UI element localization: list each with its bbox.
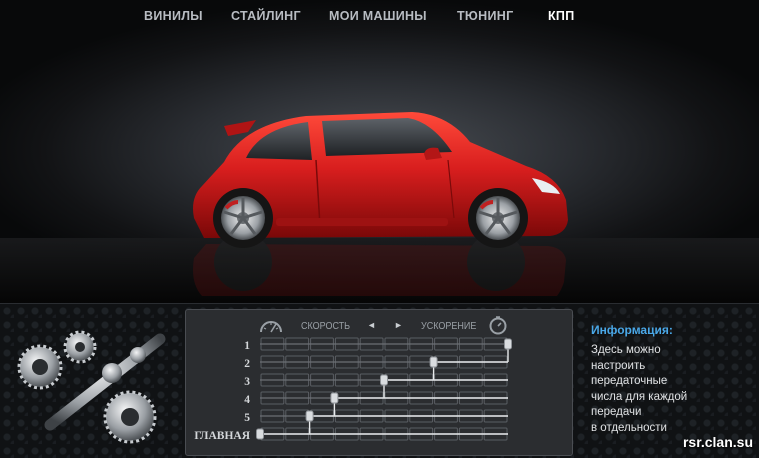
gear-slider-handle[interactable]	[429, 356, 438, 368]
gear-slider-handle[interactable]	[380, 374, 388, 386]
arrow-left-button[interactable]: ◄	[367, 320, 376, 330]
menu-item-tuning[interactable]: ТЮНИНГ	[457, 9, 513, 23]
speed-label[interactable]: СКОРОСТЬ	[301, 321, 350, 332]
gearbox-panel: СКОРОСТЬ ◄ ► УСКОРЕНИЕ 1 2 3 4 5 ГЛАВНАЯ	[185, 309, 573, 456]
gear-label-main: ГЛАВНАЯ	[194, 430, 250, 442]
gear-ratio-grid[interactable]	[254, 336, 516, 446]
gear-slider-handle[interactable]	[256, 428, 264, 440]
wheel-rear	[213, 188, 273, 248]
menu-item-vinyls[interactable]: ВИНИЛЫ	[144, 9, 203, 23]
gear-slider-handle[interactable]	[330, 392, 339, 404]
gear-label-5: 5	[244, 412, 250, 424]
info-text: Здесь можно настроить передаточные числа…	[591, 343, 721, 436]
top-menu: ВИНИЛЫ СТАЙЛИНГ МОИ МАШИНЫ ТЮНИНГ КПП	[0, 9, 759, 25]
gear-label-1: 1	[244, 340, 250, 352]
watermark: rsr.clan.su	[682, 434, 753, 450]
gear-slider-handle[interactable]	[504, 338, 512, 350]
speedometer-icon	[260, 321, 282, 333]
info-line: числа для каждой	[591, 390, 688, 403]
panel-header: СКОРОСТЬ ◄ ► УСКОРЕНИЕ	[186, 316, 572, 335]
stopwatch-icon	[489, 316, 507, 335]
menu-item-gearbox[interactable]: КПП	[548, 9, 575, 23]
menu-item-my-cars[interactable]: МОИ МАШИНЫ	[329, 9, 427, 23]
info-line: передачи	[591, 406, 642, 418]
gear-label-2: 2	[244, 358, 250, 370]
info-line: настроить	[591, 359, 646, 372]
gear-label-3: 3	[244, 376, 250, 388]
wheel-front	[468, 188, 528, 248]
gears-icon	[17, 330, 166, 444]
garage-scene: ВИНИЛЫ СТАЙЛИНГ МОИ МАШИНЫ ТЮНИНГ КПП	[0, 0, 759, 303]
info-line: Здесь можно	[591, 344, 661, 356]
info-title: Информация:	[591, 323, 673, 337]
acceleration-label[interactable]: УСКОРЕНИЕ	[421, 321, 476, 332]
gear-label-4: 4	[244, 394, 250, 406]
arrow-right-button[interactable]: ►	[394, 320, 403, 330]
hatchback-car-icon	[193, 112, 568, 296]
info-line: передаточные	[591, 375, 668, 387]
menu-item-styling[interactable]: СТАЙЛИНГ	[231, 9, 301, 23]
gear-slider-handle[interactable]	[305, 410, 314, 422]
